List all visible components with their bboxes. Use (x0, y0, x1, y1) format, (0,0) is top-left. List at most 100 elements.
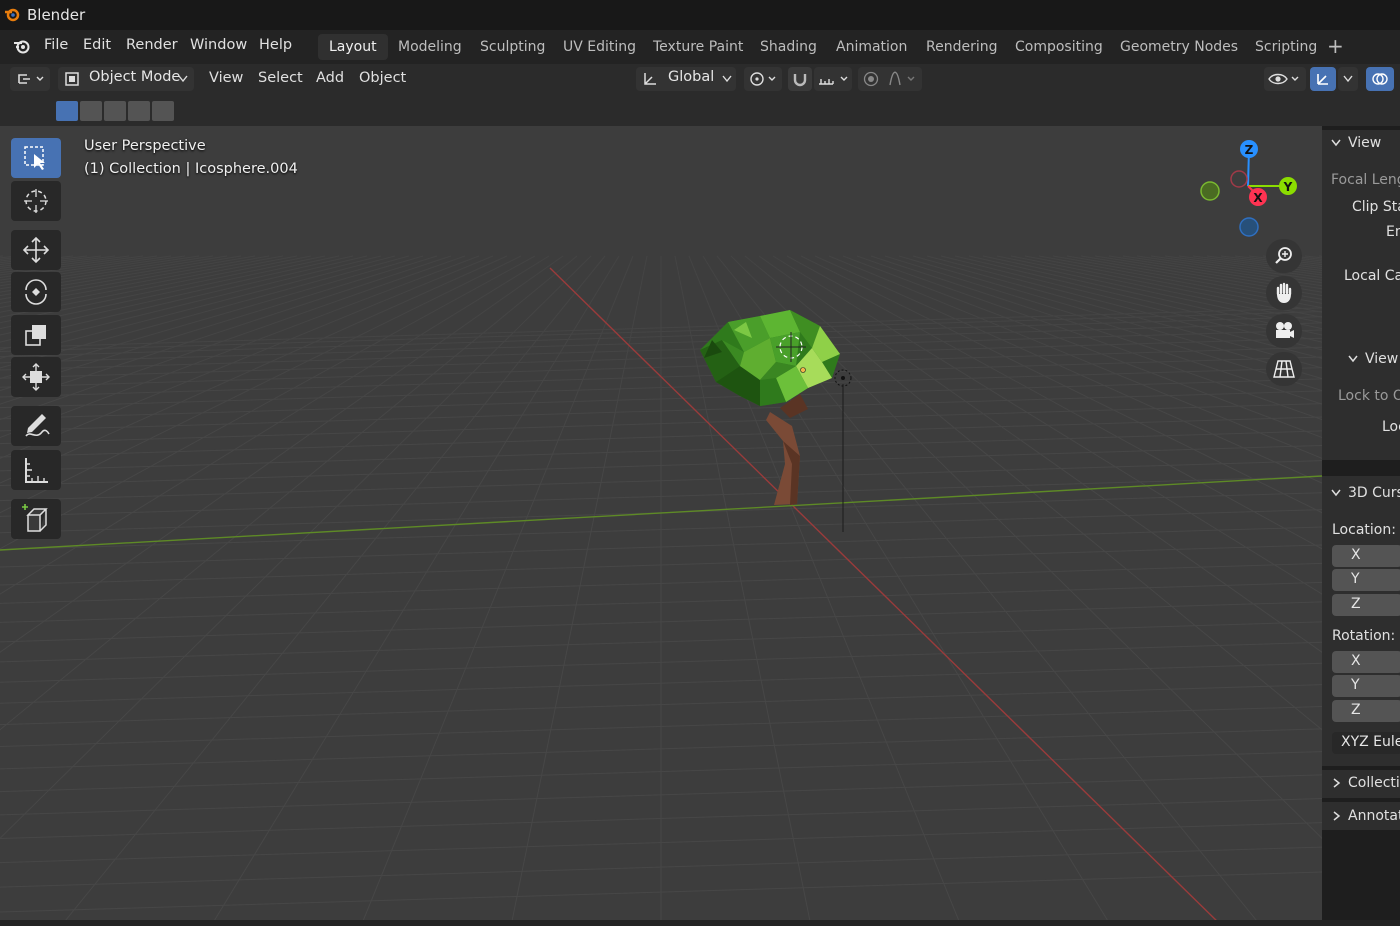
neg-z-axis-ball (1239, 217, 1259, 237)
header-menu-view[interactable]: View (209, 70, 243, 86)
tool-cursor[interactable] (11, 181, 61, 221)
collection-header[interactable]: Collectio (1348, 775, 1400, 791)
select-mode-subtract[interactable] (104, 101, 126, 121)
tool-annotate[interactable] (11, 406, 61, 446)
header-menu-add[interactable]: Add (316, 70, 344, 86)
annotate-pencil-icon (25, 414, 50, 437)
pan-button[interactable] (1266, 276, 1302, 310)
cursor-rotation-x-field[interactable]: X (1332, 651, 1400, 673)
overlays-toggle[interactable] (1366, 67, 1394, 91)
snap-toggle[interactable] (788, 67, 812, 91)
chevron-down-icon (722, 75, 732, 83)
rotation-label: Rotation: (1332, 628, 1396, 644)
menu-edit[interactable]: Edit (83, 37, 111, 53)
editor-type-button[interactable] (10, 67, 50, 91)
tool-measure[interactable] (11, 450, 61, 490)
select-mode-intersect[interactable] (152, 101, 174, 121)
proportional-editing-group[interactable] (858, 67, 922, 91)
rotate-icon (25, 279, 47, 305)
menu-render[interactable]: Render (126, 37, 178, 53)
tool-rotate[interactable] (11, 272, 61, 312)
orientation-icon (644, 73, 656, 85)
tab-uv-editing[interactable]: UV Editing (552, 34, 647, 60)
3d-cursor-header[interactable]: 3D Curs (1348, 485, 1400, 501)
add-workspace-button[interactable]: + (1327, 34, 1344, 58)
neg-x-axis-ball (1230, 170, 1248, 188)
hand-icon (1276, 282, 1292, 303)
zoom-button[interactable] (1266, 239, 1302, 273)
tab-animation[interactable]: Animation (825, 34, 918, 60)
header-menu-select[interactable]: Select (258, 70, 303, 86)
proportional-editing-icon (863, 71, 915, 87)
status-strip (0, 920, 1400, 926)
measure-ruler-icon (25, 458, 48, 483)
cursor-rotation-y-field[interactable]: Y (1332, 675, 1400, 697)
view-lock-subheader[interactable]: View (1365, 351, 1398, 367)
tab-texture-paint[interactable]: Texture Paint (642, 34, 754, 60)
snap-target-dropdown[interactable] (814, 67, 852, 91)
magnet-icon (793, 74, 807, 87)
mode-dropdown[interactable]: Object Mode (58, 67, 194, 91)
tab-rendering[interactable]: Rendering (915, 34, 1009, 60)
tab-shading[interactable]: Shading (749, 34, 828, 60)
tool-settings-bar (0, 96, 1400, 126)
transform-orientation-dropdown[interactable]: Global (636, 67, 736, 91)
editor-type-icon (18, 74, 44, 84)
menu-window[interactable]: Window (190, 37, 247, 53)
mode-label: Object Mode (89, 69, 181, 85)
cursor-location-x-field[interactable]: X (1332, 545, 1400, 567)
visibility-dropdown[interactable] (1264, 67, 1306, 91)
lock-label: Loc (1382, 419, 1400, 435)
object-mode-icon (65, 72, 79, 86)
camera-view-button[interactable] (1266, 314, 1302, 348)
cursor-location-y-field[interactable]: Y (1332, 569, 1400, 591)
annotations-header[interactable]: Annotat (1348, 808, 1400, 824)
3d-viewport[interactable]: User Perspective (1) Collection | Icosph… (0, 126, 1322, 926)
gizmo-dropdown[interactable] (1338, 67, 1358, 91)
window-title: Blender (27, 6, 86, 24)
menu-help[interactable]: Help (259, 37, 292, 53)
grid-perspective-icon (1273, 360, 1295, 378)
location-label: Location: (1332, 522, 1396, 538)
viewport-grid (0, 126, 1322, 926)
menu-file[interactable]: File (44, 37, 68, 53)
title-bar: Blender (0, 0, 1400, 30)
overlays-icon (1372, 73, 1388, 85)
gizmo-toggle[interactable] (1310, 67, 1336, 91)
cursor-icon (24, 189, 48, 213)
select-mode-difference[interactable] (128, 101, 150, 121)
clip-end-label: En (1386, 224, 1400, 240)
tab-compositing[interactable]: Compositing (1004, 34, 1114, 60)
pivot-point-dropdown[interactable] (744, 67, 782, 91)
snap-increment-icon (819, 76, 848, 85)
tool-move[interactable] (11, 230, 61, 270)
blender-menu-icon[interactable] (12, 37, 32, 55)
tool-transform[interactable] (11, 357, 61, 397)
tool-add-cube[interactable] (11, 499, 61, 539)
tool-scale[interactable] (11, 315, 61, 355)
header-menu-object[interactable]: Object (359, 70, 406, 86)
rotation-mode-dropdown[interactable]: XYZ Euler (1332, 732, 1400, 754)
gizmo-z-label: Z (1245, 143, 1254, 157)
navigation-gizmo[interactable]: Z Y X (1192, 136, 1304, 241)
chevron-down-icon (1331, 139, 1341, 147)
cursor-location-z-field[interactable]: Z (1332, 594, 1400, 616)
tool-select-box[interactable] (11, 138, 61, 178)
orthographic-toggle-button[interactable] (1266, 352, 1302, 386)
chevron-down-icon (1343, 75, 1353, 83)
tab-sculpting[interactable]: Sculpting (469, 34, 556, 60)
view-section-header[interactable]: View (1348, 135, 1381, 151)
tab-scripting[interactable]: Scripting (1244, 34, 1328, 60)
tab-layout[interactable]: Layout (318, 34, 388, 60)
eye-icon (1268, 73, 1299, 85)
move-icon (22, 236, 50, 264)
scale-icon (25, 325, 46, 346)
cursor-rotation-z-field[interactable]: Z (1332, 700, 1400, 722)
tab-geometry-nodes[interactable]: Geometry Nodes (1109, 34, 1249, 60)
chevron-down-icon (1348, 355, 1358, 363)
select-mode-extend[interactable] (80, 101, 102, 121)
tab-modeling[interactable]: Modeling (387, 34, 473, 60)
focal-length-label: Focal Lengt (1331, 172, 1400, 188)
select-mode-new[interactable] (56, 101, 78, 121)
camera-icon (1276, 322, 1294, 338)
